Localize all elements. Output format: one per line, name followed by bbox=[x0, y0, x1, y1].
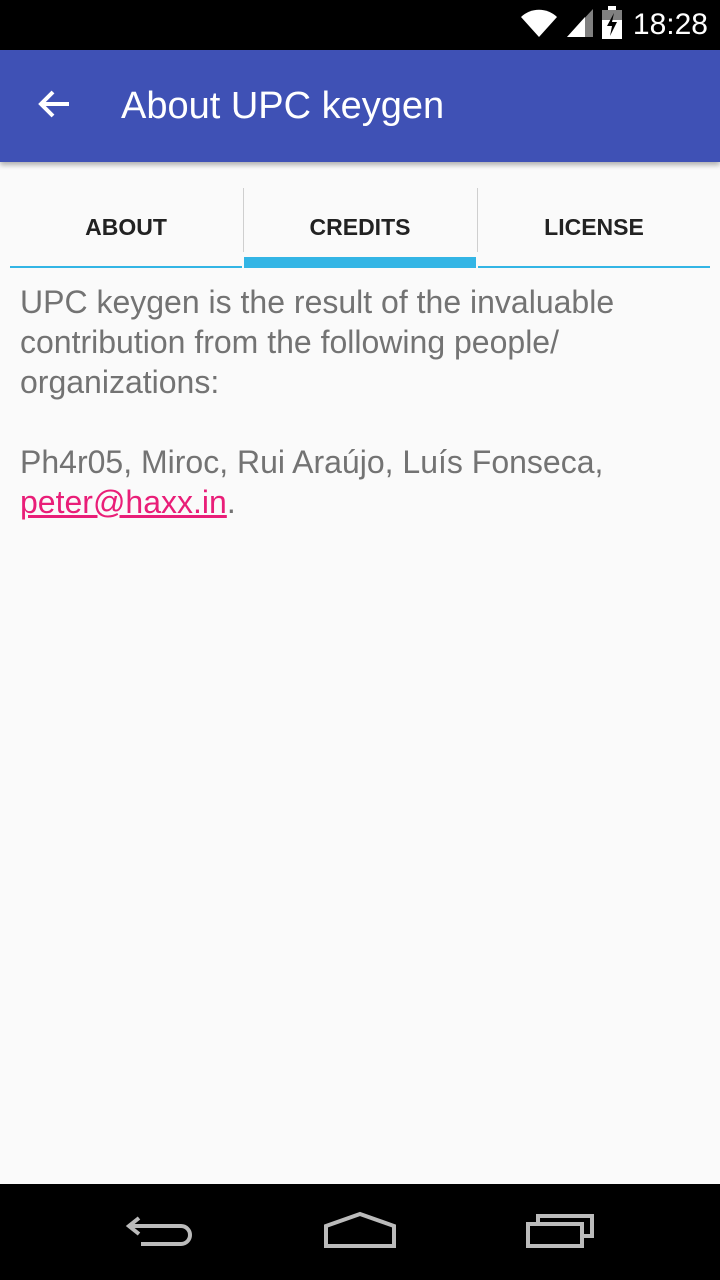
back-nav-icon bbox=[125, 1210, 195, 1254]
status-bar: 18:28 bbox=[0, 0, 720, 50]
status-icons: 18:28 bbox=[519, 0, 708, 50]
wifi-icon bbox=[519, 7, 559, 43]
credits-names: Ph4r05, Miroc, Rui Araújo, Luís Fonseca, bbox=[20, 444, 604, 480]
signal-icon bbox=[565, 7, 595, 43]
tab-credits[interactable]: CREDITS bbox=[244, 186, 476, 268]
tab-underline bbox=[478, 266, 710, 268]
status-time: 18:28 bbox=[632, 8, 708, 41]
battery-charging-icon bbox=[601, 6, 623, 44]
tab-bar: ABOUT CREDITS LICENSE bbox=[10, 186, 710, 268]
credits-list: Ph4r05, Miroc, Rui Araújo, Luís Fonseca,… bbox=[20, 442, 700, 522]
tab-credits-label: CREDITS bbox=[309, 213, 411, 240]
app-bar: About UPC keygen bbox=[0, 50, 720, 162]
credits-intro: UPC keygen is the result of the invaluab… bbox=[20, 284, 615, 400]
page-title: About UPC keygen bbox=[121, 85, 445, 127]
tab-license-label: LICENSE bbox=[544, 213, 644, 240]
navigation-bar bbox=[0, 1184, 720, 1280]
nav-recents-button[interactable] bbox=[515, 1202, 605, 1262]
credits-end: . bbox=[226, 484, 236, 520]
arrow-back-icon bbox=[36, 86, 72, 126]
tab-about-label: ABOUT bbox=[85, 213, 167, 240]
home-nav-icon bbox=[322, 1210, 398, 1254]
nav-back-button[interactable] bbox=[115, 1202, 205, 1262]
tab-underline bbox=[10, 266, 242, 268]
tab-license[interactable]: LICENSE bbox=[478, 186, 710, 268]
tab-about[interactable]: ABOUT bbox=[10, 186, 242, 268]
back-button[interactable] bbox=[26, 78, 82, 134]
credits-content: UPC keygen is the result of the invaluab… bbox=[20, 282, 700, 522]
email-link[interactable]: peter@haxx.in bbox=[20, 484, 227, 520]
tab-active-indicator bbox=[244, 257, 476, 268]
recents-nav-icon bbox=[524, 1210, 596, 1254]
nav-home-button[interactable] bbox=[315, 1202, 405, 1262]
